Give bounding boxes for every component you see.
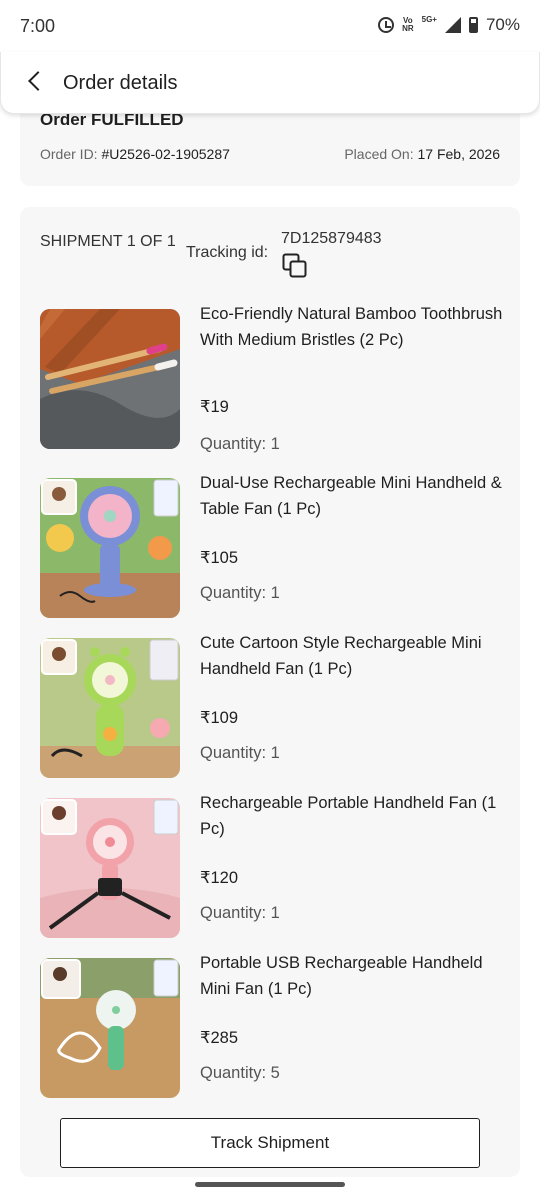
list-item[interactable]: Cute Cartoon Style Rechargeable Mini Han… bbox=[40, 634, 500, 783]
product-name: Portable USB Rechargeable Handheld Mini … bbox=[200, 954, 483, 998]
shipment-card: SHIPMENT 1 OF 1 Tracking id: 7D125879483 bbox=[20, 207, 520, 1177]
product-name: Cute Cartoon Style Rechargeable Mini Han… bbox=[200, 634, 482, 678]
list-item[interactable]: Eco-Friendly Natural Bamboo Toothbrush W… bbox=[40, 305, 502, 454]
order-id-value: #U2526-02-1905287 bbox=[101, 146, 230, 162]
product-price: ₹19 bbox=[200, 398, 229, 416]
placed-on-label: Placed On: bbox=[344, 146, 418, 162]
product-name: Rechargeable Portable Handheld Fan (1 Pc… bbox=[200, 794, 497, 838]
tracking-id: 7D125879483 bbox=[281, 230, 382, 247]
list-item[interactable]: Portable USB Rechargeable Handheld Mini … bbox=[40, 954, 500, 1103]
shipment-label: SHIPMENT 1 OF 1 bbox=[40, 233, 176, 250]
product-quantity: Quantity: 1 bbox=[200, 744, 280, 762]
list-item[interactable]: Rechargeable Portable Handheld Fan (1 Pc… bbox=[40, 794, 500, 943]
product-image bbox=[40, 798, 180, 938]
chevron-left-icon[interactable] bbox=[28, 71, 48, 91]
product-quantity: Quantity: 5 bbox=[200, 1064, 280, 1082]
product-quantity: Quantity: 1 bbox=[200, 904, 280, 922]
app-header: Order details bbox=[0, 52, 540, 114]
product-quantity: Quantity: 1 bbox=[200, 435, 280, 453]
track-shipment-button[interactable]: Track Shipment bbox=[60, 1118, 480, 1168]
placed-on: Placed On: 17 Feb, 2026 bbox=[344, 146, 500, 162]
product-price: ₹109 bbox=[200, 709, 239, 727]
page-title: Order details bbox=[63, 72, 178, 94]
product-image bbox=[40, 638, 180, 778]
product-name: Dual-Use Rechargeable Mini Handheld & Ta… bbox=[200, 474, 502, 518]
product-price: ₹285 bbox=[200, 1029, 239, 1047]
product-image bbox=[40, 309, 180, 449]
copy-icon[interactable] bbox=[282, 253, 308, 279]
product-price: ₹105 bbox=[200, 549, 239, 567]
order-id-label: Order ID: bbox=[40, 146, 102, 162]
product-quantity: Quantity: 1 bbox=[200, 584, 280, 602]
home-indicator[interactable] bbox=[195, 1182, 345, 1187]
placed-on-value: 17 Feb, 2026 bbox=[417, 146, 500, 162]
list-item[interactable]: Dual-Use Rechargeable Mini Handheld & Ta… bbox=[40, 474, 502, 623]
order-id: Order ID: #U2526-02-1905287 bbox=[40, 146, 230, 162]
page-content: Order FULFILLED Order ID: #U2526-02-1905… bbox=[0, 0, 540, 1200]
product-name: Eco-Friendly Natural Bamboo Toothbrush W… bbox=[200, 305, 503, 349]
tracking-label: Tracking id: bbox=[186, 244, 269, 261]
product-image bbox=[40, 958, 180, 1098]
product-image bbox=[40, 478, 180, 618]
product-price: ₹120 bbox=[200, 869, 239, 887]
